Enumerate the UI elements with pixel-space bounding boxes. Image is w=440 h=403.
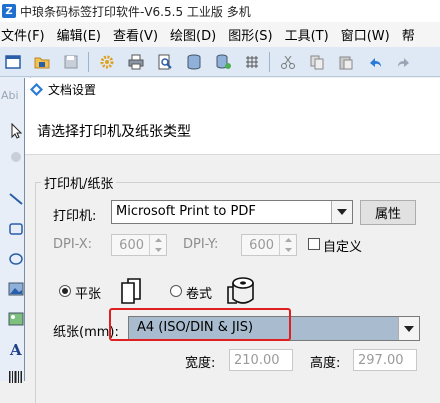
- dialog-header: 请选择打印机及纸张类型: [25, 100, 440, 155]
- roll-paper-icon: [227, 277, 254, 304]
- paste-icon[interactable]: [335, 51, 357, 73]
- printer-select[interactable]: Microsoft Print to PDF: [111, 200, 353, 224]
- dpiy-label: DPI-Y:: [183, 237, 219, 252]
- custom-label: 自定义: [323, 240, 363, 255]
- dpix-updown[interactable]: [149, 235, 166, 255]
- printer-label: 打印机:: [53, 209, 97, 224]
- properties-button[interactable]: 属性: [360, 200, 416, 225]
- roll-radio[interactable]: [170, 285, 182, 297]
- printer-value: Microsoft Print to PDF: [116, 204, 256, 219]
- highlight-box: [109, 308, 291, 341]
- settings-gear-icon[interactable]: [96, 51, 118, 73]
- toolbar-separator: [269, 51, 270, 72]
- menu-window[interactable]: 窗口(W): [340, 25, 390, 44]
- app-logo-icon: Z: [2, 4, 16, 18]
- dpix-value: 600: [119, 238, 144, 253]
- undo-icon[interactable]: [364, 51, 386, 73]
- database-connect-icon[interactable]: [212, 51, 234, 73]
- app-title: 中琅条码标签打印软件-V6.5.5 工业版 多机: [20, 4, 251, 19]
- text-tool-preview: Abi: [1, 89, 19, 102]
- flat-label: 平张: [75, 287, 102, 302]
- menu-file[interactable]: 文件(F): [0, 25, 45, 44]
- width-label: 宽度:: [185, 356, 216, 371]
- group-label: 打印机/纸张: [41, 173, 117, 192]
- svg-text:A: A: [9, 341, 22, 358]
- line-tool-icon[interactable]: [6, 189, 26, 209]
- menu-tools[interactable]: 工具(T): [284, 25, 329, 44]
- height-field[interactable]: 297.00: [353, 349, 417, 371]
- chevron-down-icon[interactable]: [398, 317, 419, 340]
- copy-icon[interactable]: [306, 51, 328, 73]
- barcode-tool-icon[interactable]: [6, 367, 26, 387]
- database-icon[interactable]: [183, 51, 205, 73]
- pan-icon[interactable]: [6, 147, 26, 167]
- save-icon[interactable]: [60, 51, 82, 73]
- menu-help[interactable]: 帮: [401, 25, 415, 44]
- dialog-instruction: 请选择打印机及纸张类型: [37, 124, 191, 140]
- dpix-spinner[interactable]: 600: [111, 234, 167, 256]
- dialog-app-icon: [30, 82, 43, 96]
- app-title-bar: Z 中琅条码标签打印软件-V6.5.5 工业版 多机: [0, 0, 440, 22]
- dialog-title: 文档设置: [48, 82, 97, 97]
- chevron-down-icon[interactable]: [331, 201, 352, 223]
- window-icon[interactable]: [2, 51, 24, 73]
- text-tool-icon[interactable]: A: [6, 339, 26, 359]
- menu-edit[interactable]: 编辑(E): [56, 25, 101, 44]
- custom-checkbox[interactable]: [308, 238, 320, 250]
- dialog-title-bar: 文档设置: [25, 78, 440, 100]
- dpix-label: DPI-X:: [53, 237, 93, 252]
- height-label: 高度:: [310, 356, 341, 371]
- grid-icon[interactable]: [241, 51, 263, 73]
- ellipse-tool-icon[interactable]: [6, 249, 26, 269]
- width-field[interactable]: 210.00: [229, 349, 293, 371]
- print-preview-icon[interactable]: [154, 51, 176, 73]
- menu-view[interactable]: 查看(V): [112, 25, 158, 44]
- toolbar-separator: [88, 51, 89, 72]
- picture-tool-icon[interactable]: [6, 309, 26, 329]
- image-tool-icon[interactable]: [6, 279, 26, 299]
- menu-draw[interactable]: 绘图(D): [169, 25, 216, 44]
- open-folder-icon[interactable]: [31, 51, 53, 73]
- print-icon[interactable]: [125, 51, 147, 73]
- dpiy-updown[interactable]: [279, 235, 296, 255]
- height-value: 297.00: [358, 353, 404, 368]
- cut-icon[interactable]: [277, 51, 299, 73]
- width-value: 210.00: [234, 353, 280, 368]
- redo-icon[interactable]: [393, 51, 415, 73]
- pointer-icon[interactable]: [6, 121, 26, 141]
- menu-bar: 文件(F) 编辑(E) 查看(V) 绘图(D) 图形(S) 工具(T) 窗口(W…: [0, 22, 440, 47]
- roll-label: 卷式: [186, 287, 213, 302]
- dpiy-spinner[interactable]: 600: [241, 234, 297, 256]
- rectangle-tool-icon[interactable]: [6, 219, 26, 239]
- document-settings-dialog: 文档设置 请选择打印机及纸张类型 打印机/纸张 打印机: Microsoft P…: [24, 78, 440, 403]
- flat-radio[interactable]: [59, 285, 71, 297]
- toolbar: [0, 47, 440, 77]
- dpiy-value: 600: [249, 238, 274, 253]
- menu-shape[interactable]: 图形(S): [227, 25, 272, 44]
- flat-paper-icon: [121, 278, 141, 304]
